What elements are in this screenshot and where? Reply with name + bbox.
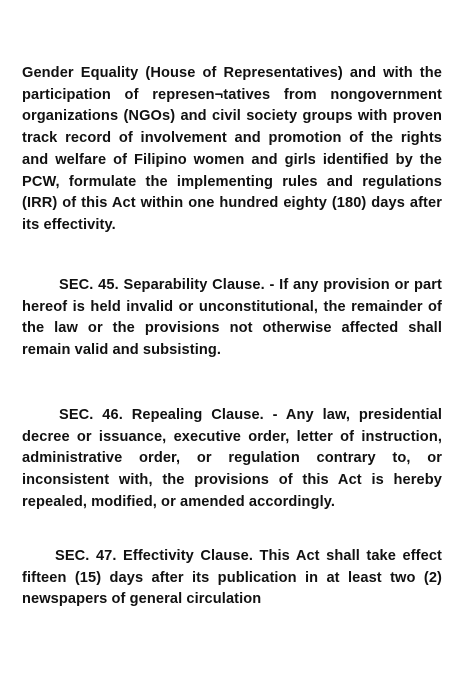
paragraph-irr-formulation: Gender Equality (House of Representative… bbox=[22, 65, 442, 233]
paragraph-sec-45-separability-clause: SEC. 45. Separability Clause. - If any p… bbox=[22, 277, 442, 359]
paragraph-sec-46-repealing-clause: SEC. 46. Repealing Clause. - Any law, pr… bbox=[22, 407, 442, 510]
document-page: Gender Equality (House of Representative… bbox=[0, 0, 470, 686]
paragraph-sec-47-effectivity-clause: SEC. 47. Effectivity Clause. This Act sh… bbox=[22, 548, 442, 608]
